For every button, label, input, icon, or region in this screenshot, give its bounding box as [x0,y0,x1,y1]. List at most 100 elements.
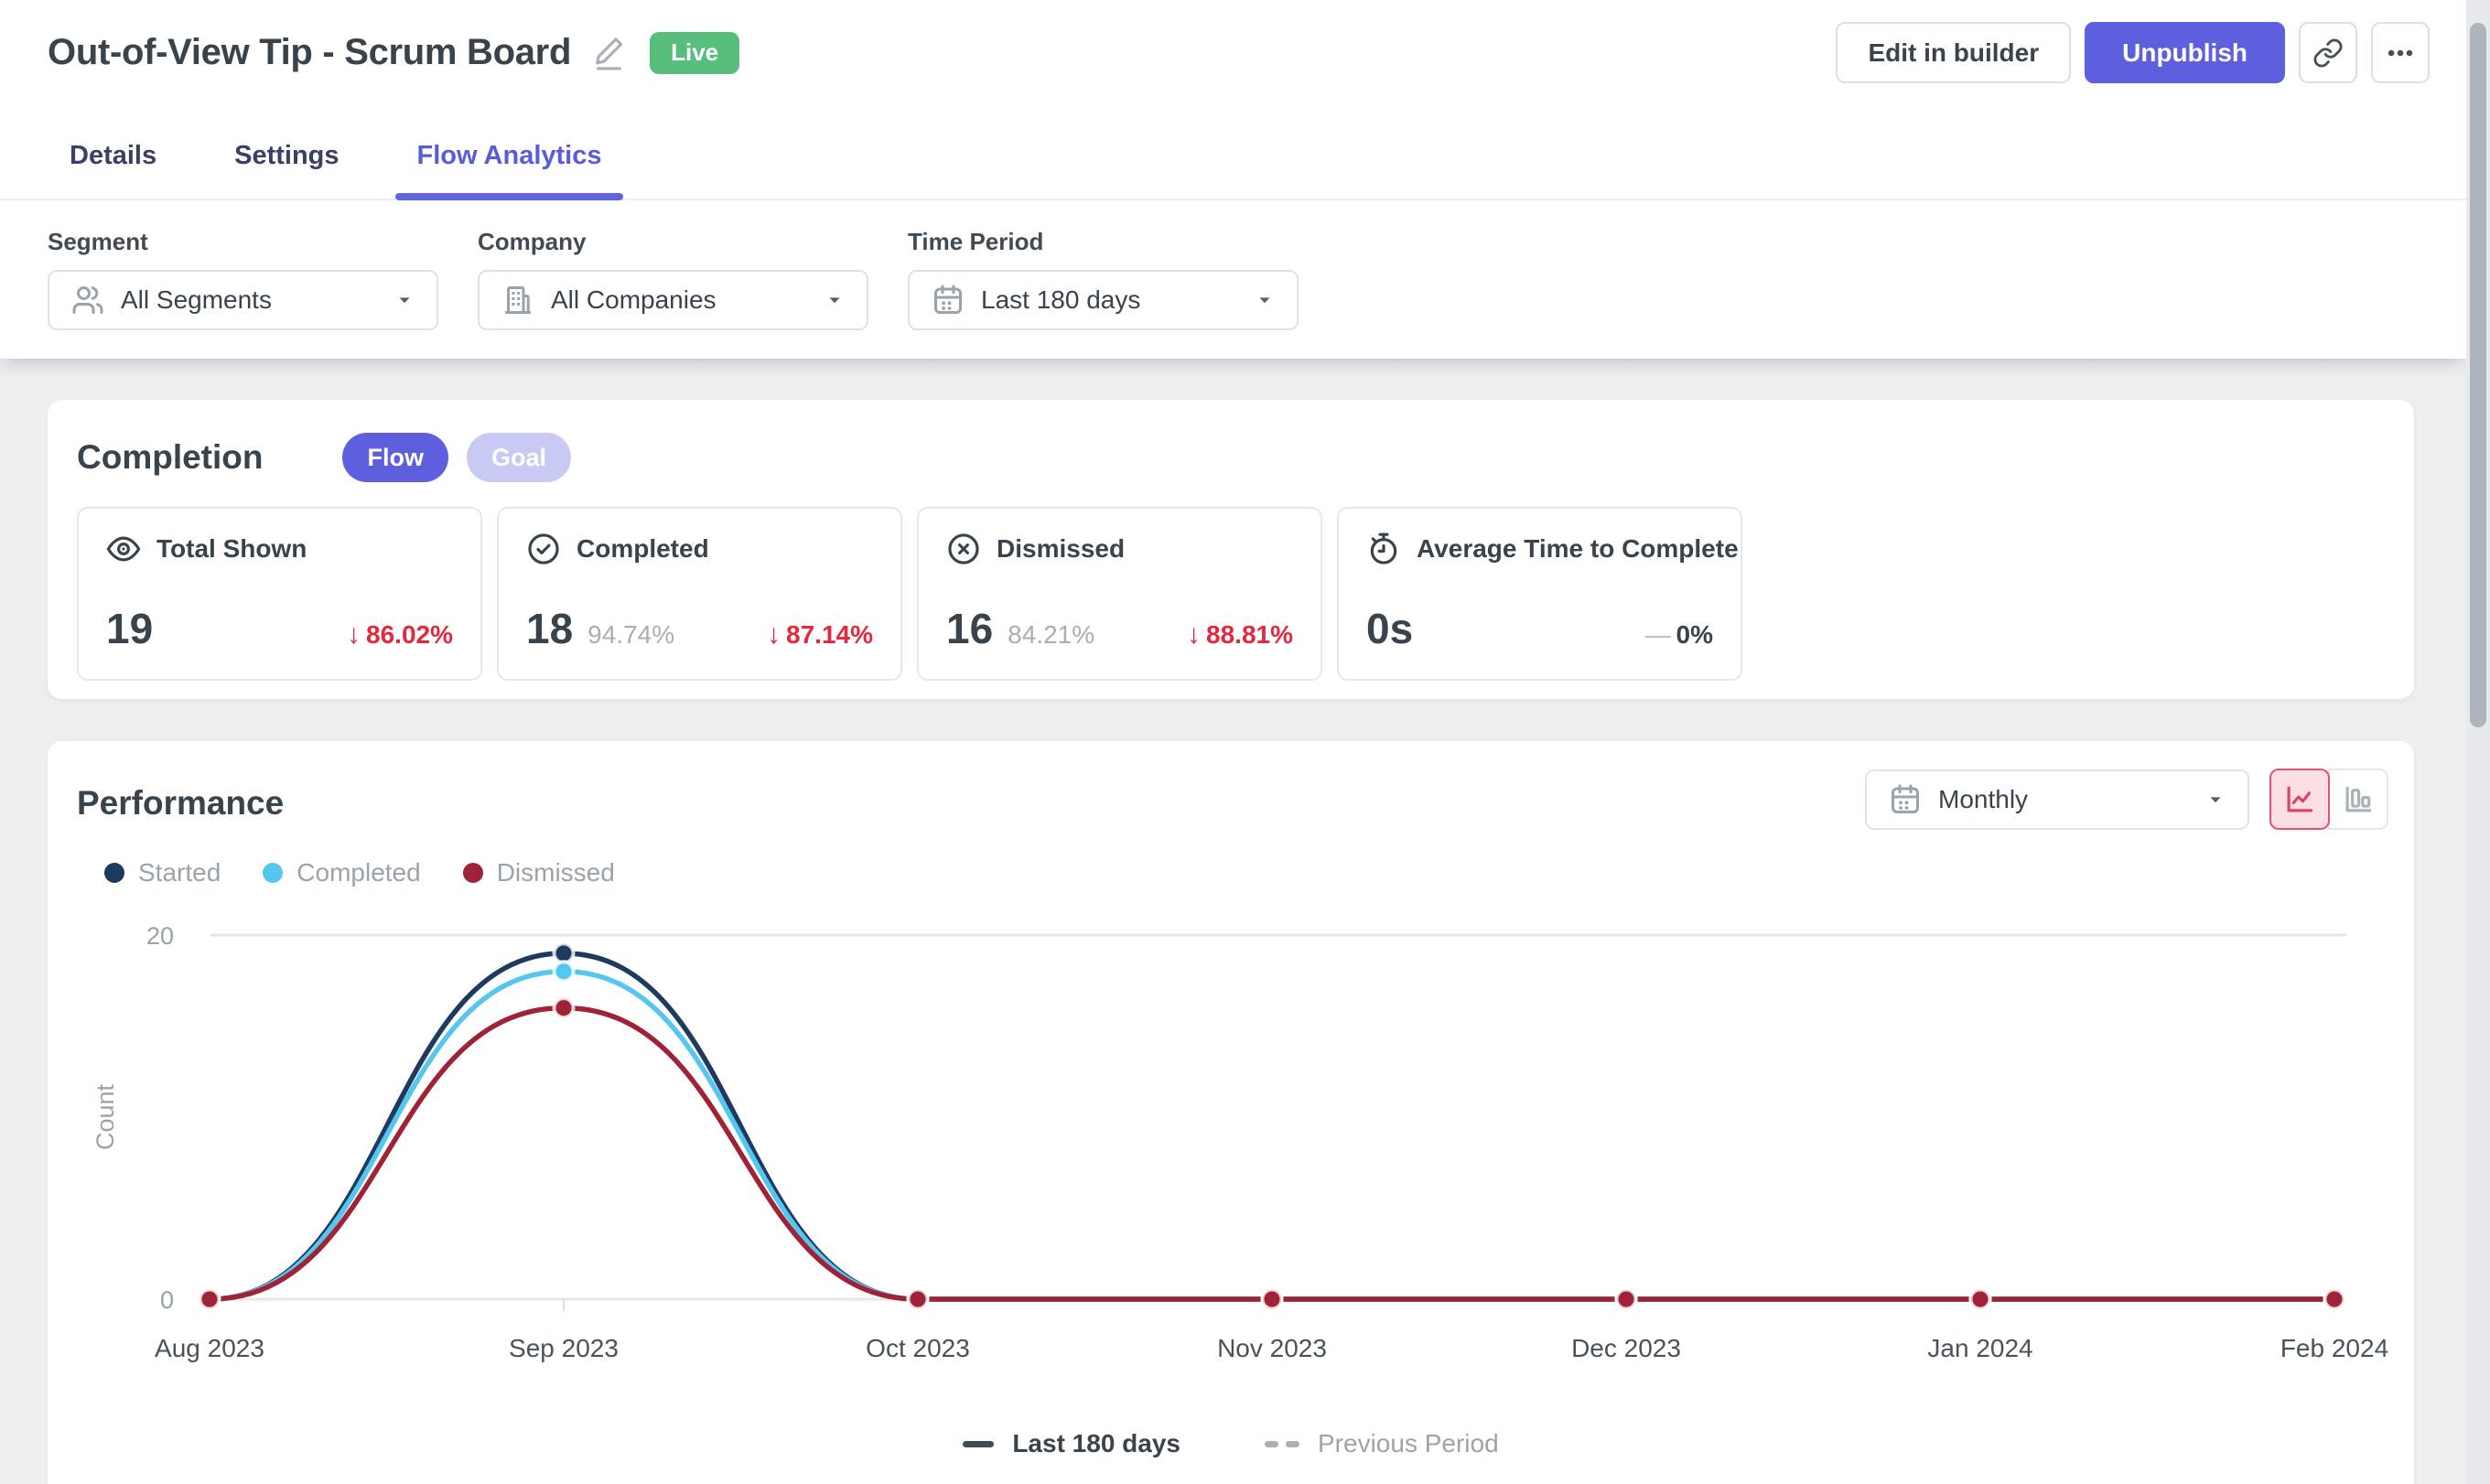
tab-bar: Details Settings Flow Analytics [48,111,657,200]
time-period-filter: Time Period Last 180 days [908,228,1299,359]
edit-in-builder-button[interactable]: Edit in builder [1836,22,2071,83]
flow-goal-toggle: Flow Goal [342,433,571,482]
metric-value: 19 [106,604,153,653]
x-tick-label: Jan 2024 [1927,1334,2032,1362]
metric-card-total-shown: Total Shown 19 ↓ 86.02% [77,507,482,681]
data-point-dismissed [2325,1290,2344,1309]
x-tick-label: Sep 2023 [509,1334,619,1362]
chart-area: 020Aug 2023Sep 2023Oct 2023Nov 2023Dec 2… [48,897,2414,1409]
data-point-dismissed [1971,1290,1990,1309]
completion-heading: Completion [77,438,263,477]
metric-label: Total Shown [156,534,307,564]
scrollbar-thumb[interactable] [2470,23,2486,727]
legend-item-previous-period[interactable]: Previous Period [1265,1429,1499,1458]
data-point-dismissed [909,1290,928,1309]
x-tick-label: Feb 2024 [2280,1334,2388,1362]
metric-delta: — 0% [1645,620,1713,650]
legend-item-completed[interactable]: Completed [263,858,420,887]
top-bar: Out-of-View Tip - Scrum Board Live Edit … [0,0,2466,200]
y-tick-label: 0 [160,1286,174,1314]
performance-panel: Performance Monthly [48,741,2414,1484]
x-circle-icon [946,532,981,566]
period-legend: Last 180 days Previous Period [48,1429,2414,1458]
segment-select-value: All Segments [121,285,272,315]
more-options-button[interactable] [2371,22,2430,83]
calendar-icon [1889,783,1922,816]
series-line-started [210,953,2334,1299]
chevron-down-icon [2205,790,2226,810]
data-point-started [555,943,574,962]
tab-flow-analytics[interactable]: Flow Analytics [395,111,624,200]
company-filter: Company All Companies [478,228,868,359]
legend-label: Last 180 days [1012,1429,1180,1458]
company-filter-label: Company [478,228,868,256]
series-legend: Started Completed Dismissed [104,858,615,887]
goal-pill[interactable]: Goal [467,433,571,482]
tab-settings[interactable]: Settings [212,111,361,200]
solid-line-icon [963,1441,994,1447]
time-period-filter-label: Time Period [908,228,1299,256]
check-circle-icon [526,532,561,566]
arrow-down-icon: ↓ [1187,619,1201,651]
y-tick-label: 20 [146,922,174,950]
flow-analytics-page: Out-of-View Tip - Scrum Board Live Edit … [0,0,2490,1484]
metric-cards: Total Shown 19 ↓ 86.02% [77,507,1742,681]
legend-label: Completed [296,858,420,887]
metric-sub-percent: 94.74% [587,620,674,650]
legend-item-started[interactable]: Started [104,858,221,887]
company-select[interactable]: All Companies [478,270,868,330]
data-point-completed [555,962,574,981]
ellipsis-icon [2385,38,2416,69]
stopwatch-icon [1366,532,1401,566]
time-period-select-value: Last 180 days [981,285,1140,315]
data-point-dismissed [1617,1290,1636,1309]
time-period-select[interactable]: Last 180 days [908,270,1299,330]
tab-details[interactable]: Details [48,111,178,200]
unpublish-button[interactable]: Unpublish [2085,22,2285,83]
vertical-scrollbar[interactable] [2466,0,2490,1484]
legend-dot [463,863,483,883]
metric-value: 16 [946,604,993,653]
metric-label: Completed [577,534,709,564]
copy-link-button[interactable] [2299,22,2357,83]
edit-pencil-icon[interactable] [591,35,626,71]
status-badge: Live [650,32,739,74]
y-axis-title: Count [92,1083,119,1150]
link-icon [2312,38,2344,69]
flat-dash-icon: — [1645,620,1671,650]
legend-dot [263,863,283,883]
chevron-down-icon [825,290,845,310]
chevron-down-icon [1255,290,1275,310]
completion-panel: Completion Flow Goal Total Shown [48,400,2414,699]
data-point-dismissed [1263,1290,1282,1309]
granularity-select[interactable]: Monthly [1865,769,2249,830]
line-chart-toggle-button[interactable] [2269,769,2330,830]
bar-chart-toggle-button[interactable] [2328,769,2388,830]
legend-dot [104,863,124,883]
building-icon [501,284,534,317]
segment-select[interactable]: All Segments [48,270,438,330]
data-point-dismissed [200,1290,220,1309]
company-select-value: All Companies [551,285,717,315]
arrow-down-icon: ↓ [767,619,781,651]
x-tick-label: Dec 2023 [1571,1334,1681,1362]
metric-label: Dismissed [997,534,1125,564]
metric-delta: ↓ 87.14% [767,619,873,651]
flow-pill[interactable]: Flow [342,433,448,482]
performance-chart[interactable]: 020Aug 2023Sep 2023Oct 2023Nov 2023Dec 2… [48,897,2414,1409]
metric-card-dismissed: Dismissed 16 84.21% ↓ 88.81% [917,507,1322,681]
filter-bar: Segment All Segments Company [0,200,2466,359]
metric-card-avg-time: Average Time to Complete 0s — 0% [1337,507,1742,681]
segment-filter-label: Segment [48,228,438,256]
legend-item-current-period[interactable]: Last 180 days [963,1429,1180,1458]
chart-type-toggle [2269,769,2388,830]
legend-label: Dismissed [497,858,615,887]
legend-item-dismissed[interactable]: Dismissed [463,858,615,887]
x-tick-label: Aug 2023 [155,1334,264,1362]
series-line-dismissed [210,1008,2334,1299]
users-icon [71,284,104,317]
eye-icon [106,532,141,566]
title-row: Out-of-View Tip - Scrum Board Live Edit … [48,22,2430,83]
main-content: Completion Flow Goal Total Shown [0,359,2466,1484]
legend-label: Started [138,858,221,887]
